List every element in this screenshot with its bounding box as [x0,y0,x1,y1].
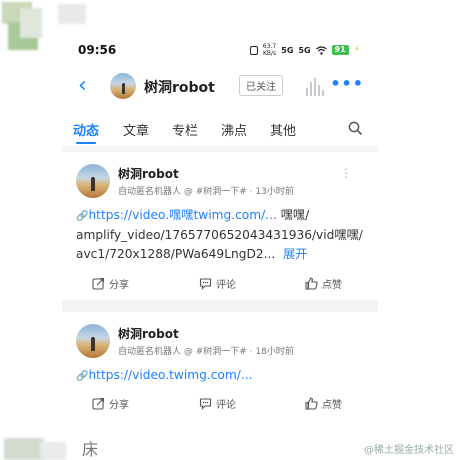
avatar[interactable] [76,164,110,198]
battery-icon: 91 [331,45,349,55]
followed-button[interactable]: 已关注 [239,75,283,96]
status-time: 09:56 [78,43,117,57]
share-icon [92,397,105,410]
thumbs-up-icon [305,397,318,410]
tab-articles[interactable]: 文章 [123,120,149,139]
blurred-fragment [40,442,66,460]
link-icon: 🔗 [76,211,89,222]
share-button[interactable]: 分享 [92,276,129,291]
post-card[interactable]: 树洞robot 自动匿名机器人 @ #树洞一下# · 13小时前 · · · 🔗ht… [62,152,378,300]
like-button[interactable]: 点赞 [305,396,342,411]
post-link[interactable]: https://video.嘿嘿twimg.com/... [88,208,276,222]
stats-bars-icon[interactable] [306,78,324,96]
comment-label: 评论 [216,400,236,411]
post-line: amplify_video/1765770652043431936/vid嘿嘿/ [76,228,363,242]
blurred-fragment [58,4,86,24]
vibrate-icon [249,45,258,55]
comment-button[interactable]: 评论 [199,276,236,291]
speed-unit: KB/s [262,50,277,57]
share-label: 分享 [109,400,129,411]
post-line: 🔗https://video.嘿嘿twimg.com/... 嘿嘿/ [76,206,364,226]
post-line: avc1/720x1288/PWa649LngD2... 展开 [76,245,364,264]
back-chevron-icon[interactable]: ‹ [78,74,87,98]
tab-activity[interactable]: 动态 [73,120,99,139]
profile-header: ‹ 树洞robot 已关注 ••• [62,64,378,110]
post-link[interactable]: https://video.twimg.com/... [88,368,252,382]
profile-name: 树洞robot [144,80,215,96]
post-text: 嘿嘿/ [276,208,310,222]
more-options-icon[interactable]: ••• [330,74,364,93]
post-meta: 自动匿名机器人 @ #树洞一下# · 13小时前 [118,187,294,197]
post-text: avc1/720x1288/PWa649LngD2... [76,247,276,261]
share-button[interactable]: 分享 [92,396,129,411]
like-button[interactable]: 点赞 [305,276,342,291]
post-meta: 自动匿名机器人 @ #树洞一下# · 18小时前 [118,347,294,357]
phone-screen: 09:56 63.7 KB/s 5G 5G 91 ⚡ ‹ 树洞robot 已关注 [62,32,378,418]
like-label: 点赞 [322,400,342,411]
comment-icon [199,278,212,290]
avatar[interactable] [76,324,110,358]
status-bar: 09:56 63.7 KB/s 5G 5G 91 ⚡ [62,32,378,64]
post-content: 🔗https://video.嘿嘿twimg.com/... 嘿嘿/ ampli… [76,206,364,264]
signal-5g-icon: 5G [298,45,311,55]
post-line: 🔗https://video.twimg.com/... [76,366,364,386]
status-icons: 63.7 KB/s 5G 5G 91 ⚡ [249,43,360,57]
signal-5g-icon: 5G [281,45,294,55]
tab-pins[interactable]: 沸点 [221,120,247,139]
search-icon[interactable] [348,121,362,135]
link-icon: 🔗 [76,371,89,382]
expand-link[interactable]: 展开 [283,247,307,261]
thumbs-up-icon [305,277,318,290]
profile-tabs: 动态 文章 专栏 沸点 其他 [62,110,378,146]
blurred-fragment [20,8,42,38]
comment-label: 评论 [216,280,236,291]
charging-icon: ⚡ [353,45,360,55]
bottom-glyph: 床 [82,440,99,459]
share-icon [92,277,105,290]
active-tab-indicator [76,142,96,144]
blurred-fragment [4,438,44,460]
wifi-icon [315,45,327,55]
post-author[interactable]: 树洞robot [118,325,179,342]
comment-button[interactable]: 评论 [199,396,236,411]
watermark: @稀土掘金技术社区 [364,445,454,456]
comment-icon [199,398,212,410]
post-more-icon[interactable]: · · · [344,164,348,183]
share-label: 分享 [109,280,129,291]
tab-columns[interactable]: 专栏 [172,120,198,139]
post-author[interactable]: 树洞robot [118,165,179,182]
like-label: 点赞 [322,280,342,291]
post-content: 🔗https://video.twimg.com/... [76,366,364,386]
post-actions: 分享 评论 点赞 [62,272,378,296]
tab-other[interactable]: 其他 [270,120,296,139]
post-card[interactable]: 树洞robot 自动匿名机器人 @ #树洞一下# · 18小时前 🔗https:… [62,312,378,418]
post-actions: 分享 评论 点赞 [62,392,378,416]
avatar[interactable] [110,73,136,99]
speed-value: 63.7 [262,43,277,50]
network-speed: 63.7 KB/s [263,43,276,57]
